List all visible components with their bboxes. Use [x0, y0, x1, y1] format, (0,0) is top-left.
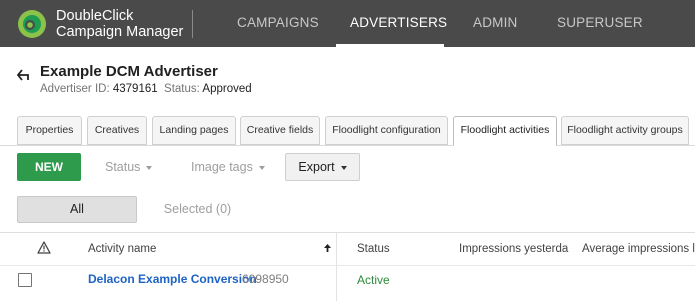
top-nav-bar: DoubleClick Campaign Manager CAMPAIGNS A…	[0, 0, 695, 47]
advertiser-status-label: Status:	[164, 83, 200, 95]
activity-name-link[interactable]: Delacon Example Conversion	[88, 272, 257, 286]
nav-active-indicator	[336, 44, 444, 47]
status-badge: Active	[357, 273, 390, 287]
table-header: Activity name Status Impressions yesterd…	[0, 233, 695, 265]
status-dropdown[interactable]: Status	[105, 153, 153, 181]
nav-campaigns[interactable]: CAMPAIGNS	[237, 0, 319, 47]
advertiser-meta: Advertiser ID: 4379161 Status: Approved	[40, 83, 252, 95]
image-tags-dropdown-label: Image tags	[191, 160, 253, 174]
tab-floodlight-activities[interactable]: Floodlight activities	[453, 116, 557, 146]
nav-superuser[interactable]: SUPERUSER	[557, 0, 643, 47]
nav-admin[interactable]: ADMIN	[473, 0, 518, 47]
new-button[interactable]: NEW	[17, 153, 81, 181]
warning-icon	[37, 241, 51, 254]
tab-creatives[interactable]: Creatives	[87, 116, 147, 145]
export-button-label: Export	[298, 160, 335, 174]
column-header-status[interactable]: Status	[357, 233, 390, 265]
brand-divider	[192, 10, 193, 38]
chevron-down-icon	[146, 165, 153, 170]
export-button[interactable]: Export	[285, 153, 360, 181]
tab-bar: Properties Creatives Landing pages Creat…	[0, 116, 695, 146]
back-arrow-icon[interactable]	[16, 68, 32, 82]
chevron-down-icon	[258, 165, 265, 170]
advertiser-id-label: Advertiser ID:	[40, 83, 110, 95]
filter-selected-button[interactable]: Selected (0)	[150, 196, 245, 223]
tab-properties[interactable]: Properties	[17, 116, 82, 145]
advertiser-status-value: Approved	[202, 83, 252, 95]
chevron-down-icon	[340, 165, 347, 170]
column-header-impressions-yesterday[interactable]: Impressions yesterda	[459, 233, 568, 265]
tab-landing-pages[interactable]: Landing pages	[152, 116, 236, 145]
brand-line-2: Campaign Manager	[56, 24, 184, 40]
sort-ascending-icon[interactable]	[324, 244, 331, 252]
doubleclick-logo-icon	[18, 10, 46, 38]
filter-all-button[interactable]: All	[17, 196, 137, 223]
image-tags-dropdown[interactable]: Image tags	[191, 153, 265, 181]
brand-line-1: DoubleClick	[56, 8, 134, 24]
tab-floodlight-configuration[interactable]: Floodlight configuration	[325, 116, 448, 145]
row-checkbox[interactable]	[18, 273, 32, 287]
tabs-baseline	[0, 145, 695, 146]
column-header-activity-name[interactable]: Activity name	[88, 233, 156, 265]
brand-name[interactable]: DoubleClick Campaign Manager	[56, 8, 183, 40]
page-title: Example DCM Advertiser	[40, 63, 218, 80]
activity-id: 6098950	[242, 272, 289, 286]
nav-advertisers[interactable]: ADVERTISERS	[350, 0, 447, 47]
tab-creative-fields[interactable]: Creative fields	[240, 116, 320, 145]
column-header-average-impressions[interactable]: Average impressions las	[582, 233, 695, 265]
tab-floodlight-activity-groups[interactable]: Floodlight activity groups	[561, 116, 689, 145]
advertiser-id-value: 4379161	[112, 83, 158, 95]
status-dropdown-label: Status	[105, 160, 141, 174]
